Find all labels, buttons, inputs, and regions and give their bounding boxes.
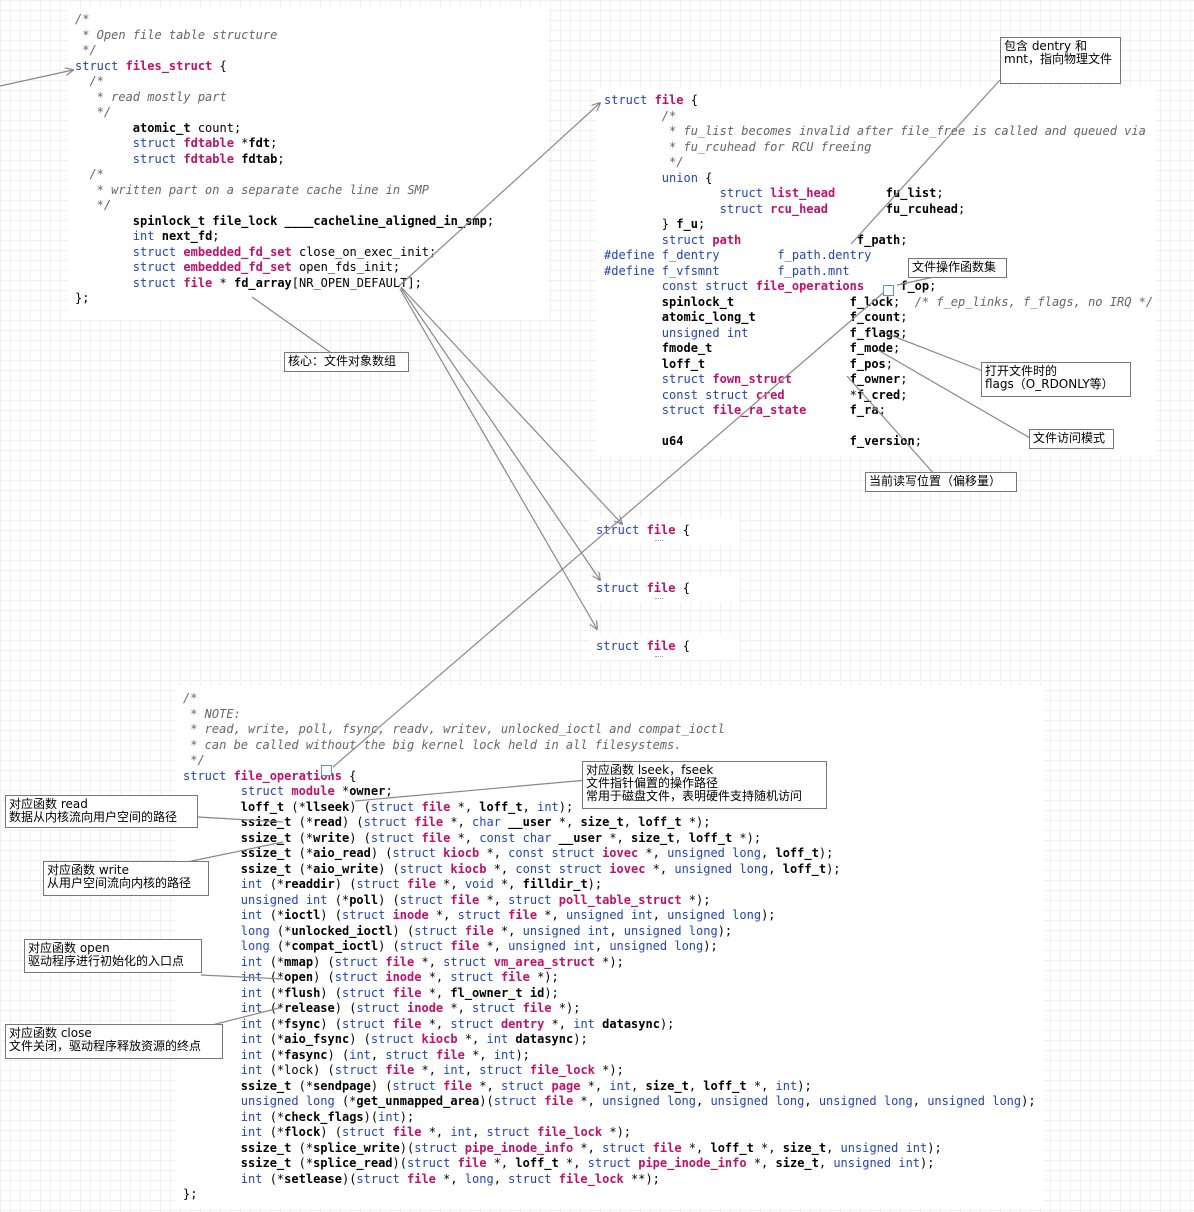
annotation-open: 对应函数 open 驱动程序进行初始化的入口点	[24, 939, 202, 973]
line-write	[186, 841, 284, 863]
line-f-op-label	[896, 276, 935, 286]
arrow-into-files-struct	[0, 70, 73, 87]
arrow-fd-array-to-stub-2	[400, 287, 600, 580]
annotation-current-position: 当前读写位置（偏移量）	[865, 472, 1017, 492]
line-open	[200, 974, 284, 980]
f-op-marker	[883, 285, 894, 296]
annotation-file-ops-set: 文件操作函数集	[908, 258, 1007, 278]
line-read	[197, 816, 284, 823]
annotation-read: 对应函数 read 数据从内核流向用户空间的路径	[5, 795, 198, 828]
arrow-fd-array-to-stub-3	[399, 288, 597, 629]
line-f-flags	[884, 332, 984, 372]
line-f-pos	[846, 375, 936, 476]
arrow-fd-array-to-file	[398, 103, 600, 287]
annotation-close: 对应函数 close 文件关闭，驱动程序释放资源的终点	[5, 1024, 223, 1059]
annotation-open-flags: 打开文件时的 flags（O_RDONLY等）	[981, 362, 1131, 397]
line-lseek	[354, 779, 588, 802]
file-operations-marker	[321, 765, 332, 776]
annotation-core-array: 核心：文件对象数组	[284, 352, 409, 372]
annotation-write: 对应函数 write 从用户空间流向内核的路径	[43, 861, 209, 896]
annotation-lseek: 对应函数 lseek，fseek 文件指针偏置的操作路径 常用于磁盘文件，表明硬…	[582, 761, 827, 809]
line-f-path-dentry	[850, 79, 1001, 245]
line-close	[211, 1006, 284, 1026]
annotation-dentry-mnt: 包含 dentry 和 mnt，指向物理文件	[1000, 37, 1121, 84]
arrow-fd-array-to-stub-1	[400, 286, 622, 524]
line-f-op-to-fops	[332, 292, 884, 768]
line-core-array	[251, 296, 335, 356]
annotation-access-mode: 文件访问模式	[1029, 429, 1114, 449]
